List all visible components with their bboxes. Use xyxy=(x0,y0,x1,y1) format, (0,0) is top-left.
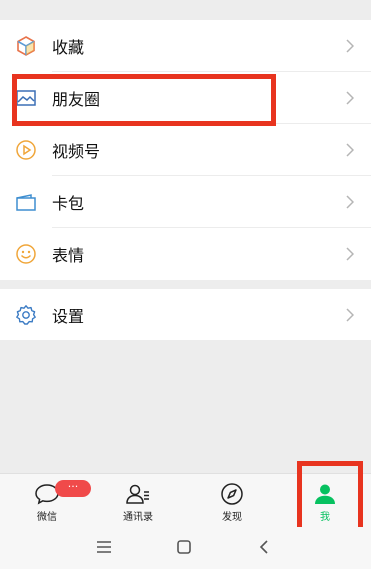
card-icon xyxy=(12,188,40,216)
person-icon xyxy=(313,482,337,506)
menu-item-label: 朋友圈 xyxy=(52,90,101,109)
tab-label: 我 xyxy=(320,512,330,523)
menu-item-channels[interactable]: 视频号 xyxy=(0,124,371,176)
menu-item-label: 设置 xyxy=(52,306,85,326)
cube-icon xyxy=(12,32,40,60)
compass-icon xyxy=(220,482,244,506)
tab-chats[interactable]: 微信 ··· xyxy=(12,474,91,528)
menu-item-label: 收藏 xyxy=(52,38,85,57)
recent-apps-button[interactable] xyxy=(92,535,116,559)
tab-discover[interactable]: 发现 xyxy=(197,474,267,528)
menu-item-label: 卡包 xyxy=(52,194,85,213)
system-nav-bar xyxy=(0,527,371,569)
chevron-right-icon xyxy=(345,246,355,262)
back-button[interactable] xyxy=(252,535,276,559)
menu-item-label: 视频号 xyxy=(52,142,101,161)
gear-icon xyxy=(12,301,40,329)
chevron-right-icon xyxy=(345,38,355,54)
tab-contacts[interactable]: 通讯录 xyxy=(103,474,173,528)
empty-area xyxy=(0,340,371,473)
home-button[interactable] xyxy=(172,535,196,559)
play-circle-icon xyxy=(12,136,40,164)
top-spacer xyxy=(0,0,371,20)
bottom-tab-bar: 微信 ··· 通讯录 发现 我 xyxy=(0,473,371,528)
menu-item-cards[interactable]: 卡包 xyxy=(0,176,371,228)
chevron-right-icon xyxy=(345,90,355,106)
smile-icon xyxy=(12,240,40,268)
menu-item-moments[interactable]: 朋友圈 xyxy=(0,72,371,124)
unread-badge: ··· xyxy=(55,480,91,497)
settings-group: 设置 xyxy=(0,289,371,340)
chevron-right-icon xyxy=(345,142,355,158)
menu-item-settings[interactable]: 设置 xyxy=(0,289,371,340)
contacts-icon xyxy=(125,482,151,506)
tab-label: 微信 xyxy=(37,512,57,523)
menu-group: 收藏 朋友圈 视频号 卡包 表情 xyxy=(0,20,371,280)
chevron-right-icon xyxy=(345,194,355,210)
tab-label: 通讯录 xyxy=(123,512,153,523)
menu-item-stickers[interactable]: 表情 xyxy=(0,228,371,280)
chevron-right-icon xyxy=(345,307,355,323)
image-icon xyxy=(12,84,40,112)
menu-item-label: 表情 xyxy=(52,246,85,265)
tab-label: 发现 xyxy=(222,512,242,523)
tab-me[interactable]: 我 xyxy=(290,474,360,528)
menu-item-favorites[interactable]: 收藏 xyxy=(0,20,371,72)
